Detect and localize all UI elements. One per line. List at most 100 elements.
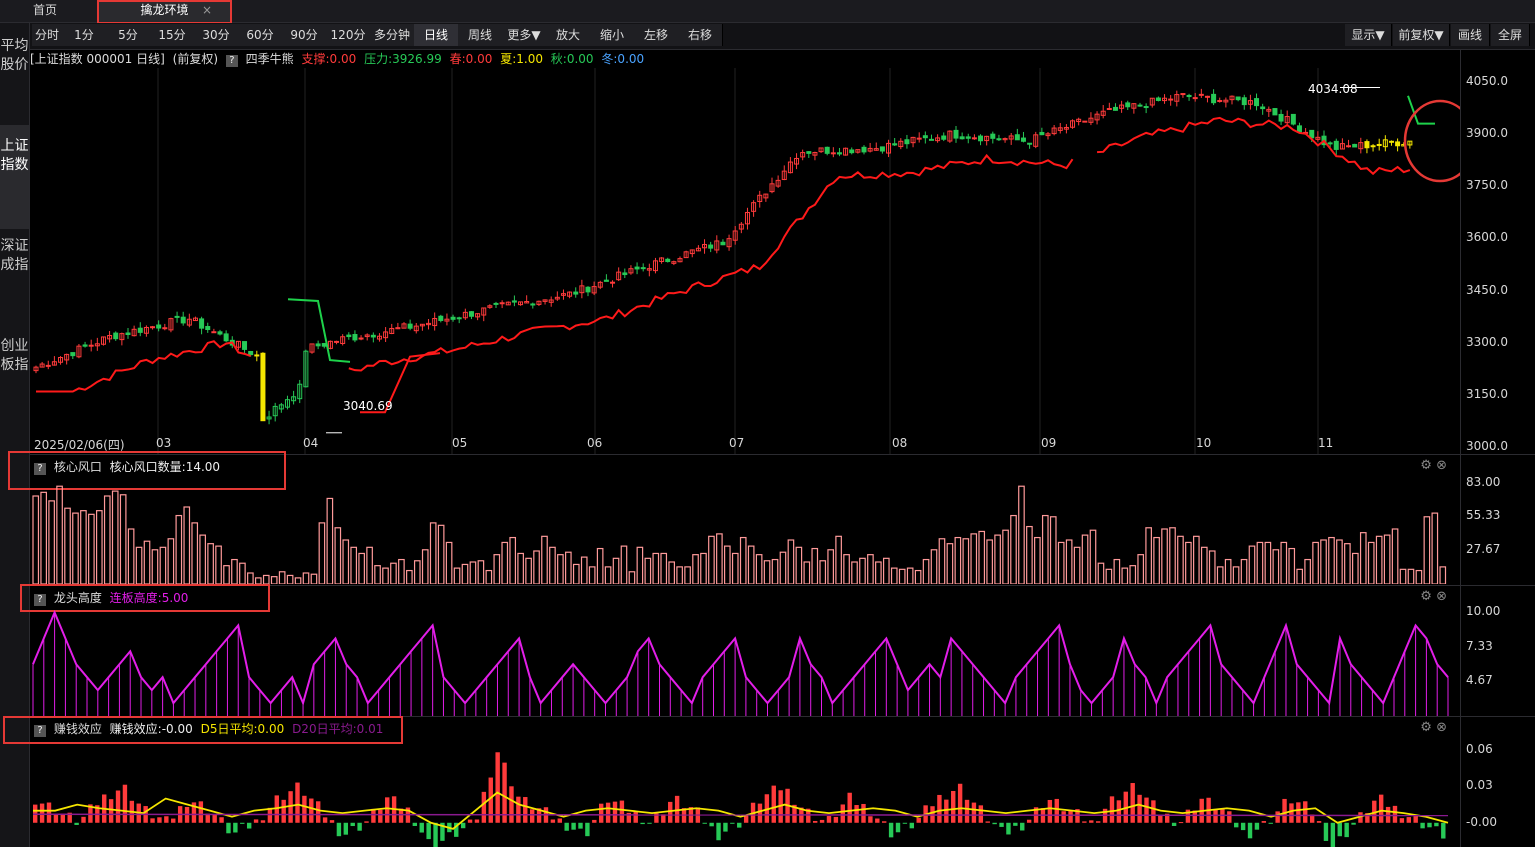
close-icon[interactable]: ⊗ <box>1436 720 1447 735</box>
date-tick: 06 <box>587 436 603 450</box>
core-theme-bar <box>1391 528 1399 584</box>
core-theme-bar <box>40 491 47 584</box>
pressure-value: 压力:3926.99 <box>364 52 442 66</box>
toolbar-right-button-0[interactable]: 显示▼ <box>1345 24 1392 46</box>
core-theme-bar <box>1359 532 1367 584</box>
toolbar-right-button-1[interactable]: 前复权▼ <box>1393 24 1450 46</box>
core-theme-bar <box>231 558 238 584</box>
profit-effect-bar <box>868 816 873 823</box>
sidebar-item-avg-price[interactable]: 平均股价 <box>0 37 29 75</box>
toolbar-button-15[interactable]: 右移 <box>678 24 723 46</box>
profit-effect-bar <box>329 820 335 823</box>
close-icon[interactable]: ⊗ <box>1436 458 1447 473</box>
candle-body <box>511 300 517 303</box>
candle-body <box>1143 106 1149 109</box>
autumn-value: 秋:0.00 <box>550 52 594 66</box>
candlestick-chart[interactable] <box>30 68 1460 454</box>
core-theme-bar <box>1049 516 1057 584</box>
core-theme-bar <box>88 513 95 584</box>
candle-body <box>346 334 352 338</box>
panel-leader-height-y-tick: 7.33 <box>1466 639 1493 654</box>
toolbar-button-5[interactable]: 60分 <box>238 24 283 46</box>
candle-body <box>156 324 162 329</box>
profit-effect-bar <box>999 822 1004 827</box>
core-theme-bar <box>445 541 453 584</box>
profit-effect-bar <box>1130 783 1135 823</box>
toolbar-button-4[interactable]: 30分 <box>194 24 239 46</box>
candle-body <box>1260 106 1266 110</box>
gear-icon[interactable]: ⚙ <box>1420 458 1432 473</box>
profit-effect-bar <box>661 814 666 823</box>
toolbar-button-10[interactable]: 周线 <box>458 24 503 46</box>
gear-icon[interactable]: ⚙ <box>1420 720 1432 735</box>
candle-body <box>996 138 1002 141</box>
toolbar-right-button-2[interactable]: 画线 <box>1451 24 1490 46</box>
panel-core-theme-icons: ⚙ ⊗ <box>1420 458 1447 473</box>
profit-effect-bar <box>585 822 590 837</box>
toolbar-button-12[interactable]: 放大 <box>546 24 591 46</box>
core-theme-bar <box>1272 549 1280 584</box>
candle-body <box>622 272 628 276</box>
core-theme-bar <box>708 535 715 584</box>
core-theme-bar <box>755 554 763 584</box>
profit-effect-bar <box>495 752 500 823</box>
adj-label: (前复权) <box>172 52 219 66</box>
candle-body <box>199 318 205 329</box>
candle-body <box>1168 98 1174 101</box>
main-y-tick: 3600.0 <box>1466 230 1508 245</box>
help-icon[interactable]: ? <box>225 55 238 67</box>
toolbar-button-14[interactable]: 左移 <box>634 24 679 46</box>
toolbar-button-7[interactable]: 120分 <box>326 24 371 46</box>
candle-body <box>211 331 217 334</box>
candle-body <box>321 343 327 347</box>
toolbar-button-11[interactable]: 更多▼ <box>502 24 547 46</box>
toolbar-right-button-3[interactable]: 全屏 <box>1491 24 1530 46</box>
core-theme-bar <box>1065 539 1073 584</box>
candle-body <box>1327 142 1333 145</box>
profit-effect-bar <box>833 816 839 823</box>
toolbar-button-9[interactable]: 日线 <box>414 24 459 46</box>
core-theme-bar <box>334 527 342 584</box>
tab-home[interactable]: 首页 <box>0 0 90 22</box>
core-theme-bar <box>366 546 373 584</box>
core-theme-bar <box>541 535 548 584</box>
profit-effect-bar <box>157 817 162 823</box>
main-y-tick: 3300.0 <box>1466 334 1508 349</box>
sidebar-item-sh-index[interactable]: 上证指数 <box>0 125 29 229</box>
profit-effect-bar <box>426 822 431 840</box>
profit-effect-bar <box>122 784 128 823</box>
candle-body <box>223 333 229 342</box>
toolbar-button-0[interactable]: 分时 <box>32 24 63 46</box>
core-theme-bar <box>1352 552 1359 584</box>
candle-body <box>248 350 254 356</box>
core-theme-bar <box>223 565 230 584</box>
candle-body <box>965 136 971 139</box>
profit-effect-bar <box>1316 821 1322 823</box>
close-icon[interactable]: ⊗ <box>1436 589 1447 604</box>
profit-effect-bar <box>1378 794 1384 823</box>
toolbar-button-1[interactable]: 1分 <box>62 24 107 46</box>
core-theme-bar <box>56 485 63 584</box>
core-theme-bar <box>811 547 819 584</box>
core-theme-bar <box>1415 569 1423 584</box>
gear-icon[interactable]: ⚙ <box>1420 589 1432 604</box>
core-theme-bar <box>517 552 524 584</box>
toolbar-button-6[interactable]: 90分 <box>282 24 327 46</box>
profit-effect-bar <box>861 803 866 823</box>
profit-effect-bar <box>419 822 424 833</box>
core-theme-bar <box>437 524 445 584</box>
sidebar-item-gem-index[interactable]: 创业板指 <box>0 337 29 375</box>
toolbar-button-13[interactable]: 缩小 <box>590 24 635 46</box>
candle-body <box>941 135 947 140</box>
toolbar-button-2[interactable]: 5分 <box>106 24 151 46</box>
candle-body <box>928 138 934 141</box>
toolbar-button-3[interactable]: 15分 <box>150 24 195 46</box>
profit-effect-bar <box>1420 822 1425 829</box>
toolbar-button-8[interactable]: 多分钟 <box>370 24 415 46</box>
sidebar-item-sz-index[interactable]: 深证成指 <box>0 237 29 275</box>
panel-leader-height-y-tick: 10.00 <box>1466 604 1501 619</box>
profit-effect-bar <box>1282 798 1287 823</box>
core-theme-bar <box>127 528 135 584</box>
profit-effect-bar <box>951 790 956 823</box>
panel-leader-height-y-tick: 4.67 <box>1466 673 1493 688</box>
